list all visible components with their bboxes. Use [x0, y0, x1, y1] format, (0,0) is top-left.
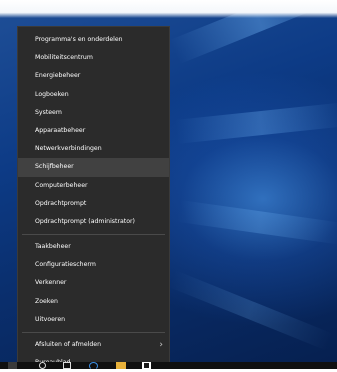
- store-icon[interactable]: [142, 362, 151, 369]
- search-icon[interactable]: [38, 362, 47, 369]
- menu-item-file-explorer[interactable]: Verkenner: [18, 274, 169, 292]
- menu-item-network-connections[interactable]: Netwerkverbindingen: [18, 140, 169, 158]
- menu-item-event-viewer[interactable]: Logboeken: [18, 86, 169, 104]
- wallpaper-light-shaft: [175, 102, 337, 144]
- edge-icon[interactable]: [88, 362, 98, 370]
- menu-item-label: Afsluiten of afmelden: [35, 341, 102, 348]
- task-view-icon[interactable]: [62, 362, 71, 369]
- menu-item-power-options[interactable]: Energiebeheer: [18, 67, 169, 85]
- file-explorer-icon[interactable]: [116, 362, 126, 369]
- menu-separator: [22, 234, 165, 236]
- chevron-right-icon: ›: [159, 340, 163, 350]
- menu-item-computer-management[interactable]: Computerbeheer: [18, 177, 169, 195]
- menu-item-search[interactable]: Zoeken: [18, 293, 169, 311]
- menu-item-device-manager[interactable]: Apparaatbeheer: [18, 122, 169, 140]
- wallpaper-light-shaft: [176, 200, 337, 245]
- menu-item-programs-features[interactable]: Programma's en onderdelen: [18, 31, 169, 49]
- menu-item-mobility-center[interactable]: Mobiliteitscentrum: [18, 49, 169, 67]
- power-user-menu: Programma's en onderdelen Mobiliteitscen…: [17, 26, 170, 366]
- menu-item-run[interactable]: Uitvoeren: [18, 311, 169, 329]
- menu-item-command-prompt-admin[interactable]: Opdrachtprompt (administrator): [18, 213, 169, 231]
- menu-item-task-manager[interactable]: Taakbeheer: [18, 238, 169, 256]
- menu-item-system[interactable]: Systeem: [18, 104, 169, 122]
- taskbar: [0, 362, 337, 370]
- menu-item-command-prompt[interactable]: Opdrachtprompt: [18, 195, 169, 213]
- wallpaper-light-shaft: [168, 270, 333, 351]
- menu-separator: [22, 332, 165, 333]
- menu-item-disk-management[interactable]: Schijfbeheer: [18, 158, 169, 177]
- top-window-edge: [0, 0, 337, 18]
- menu-item-control-panel[interactable]: Configuratiescherm: [18, 256, 169, 274]
- windows-start-icon[interactable]: [8, 362, 17, 369]
- menu-item-shutdown-signout[interactable]: Afsluiten of afmelden ›: [18, 336, 169, 354]
